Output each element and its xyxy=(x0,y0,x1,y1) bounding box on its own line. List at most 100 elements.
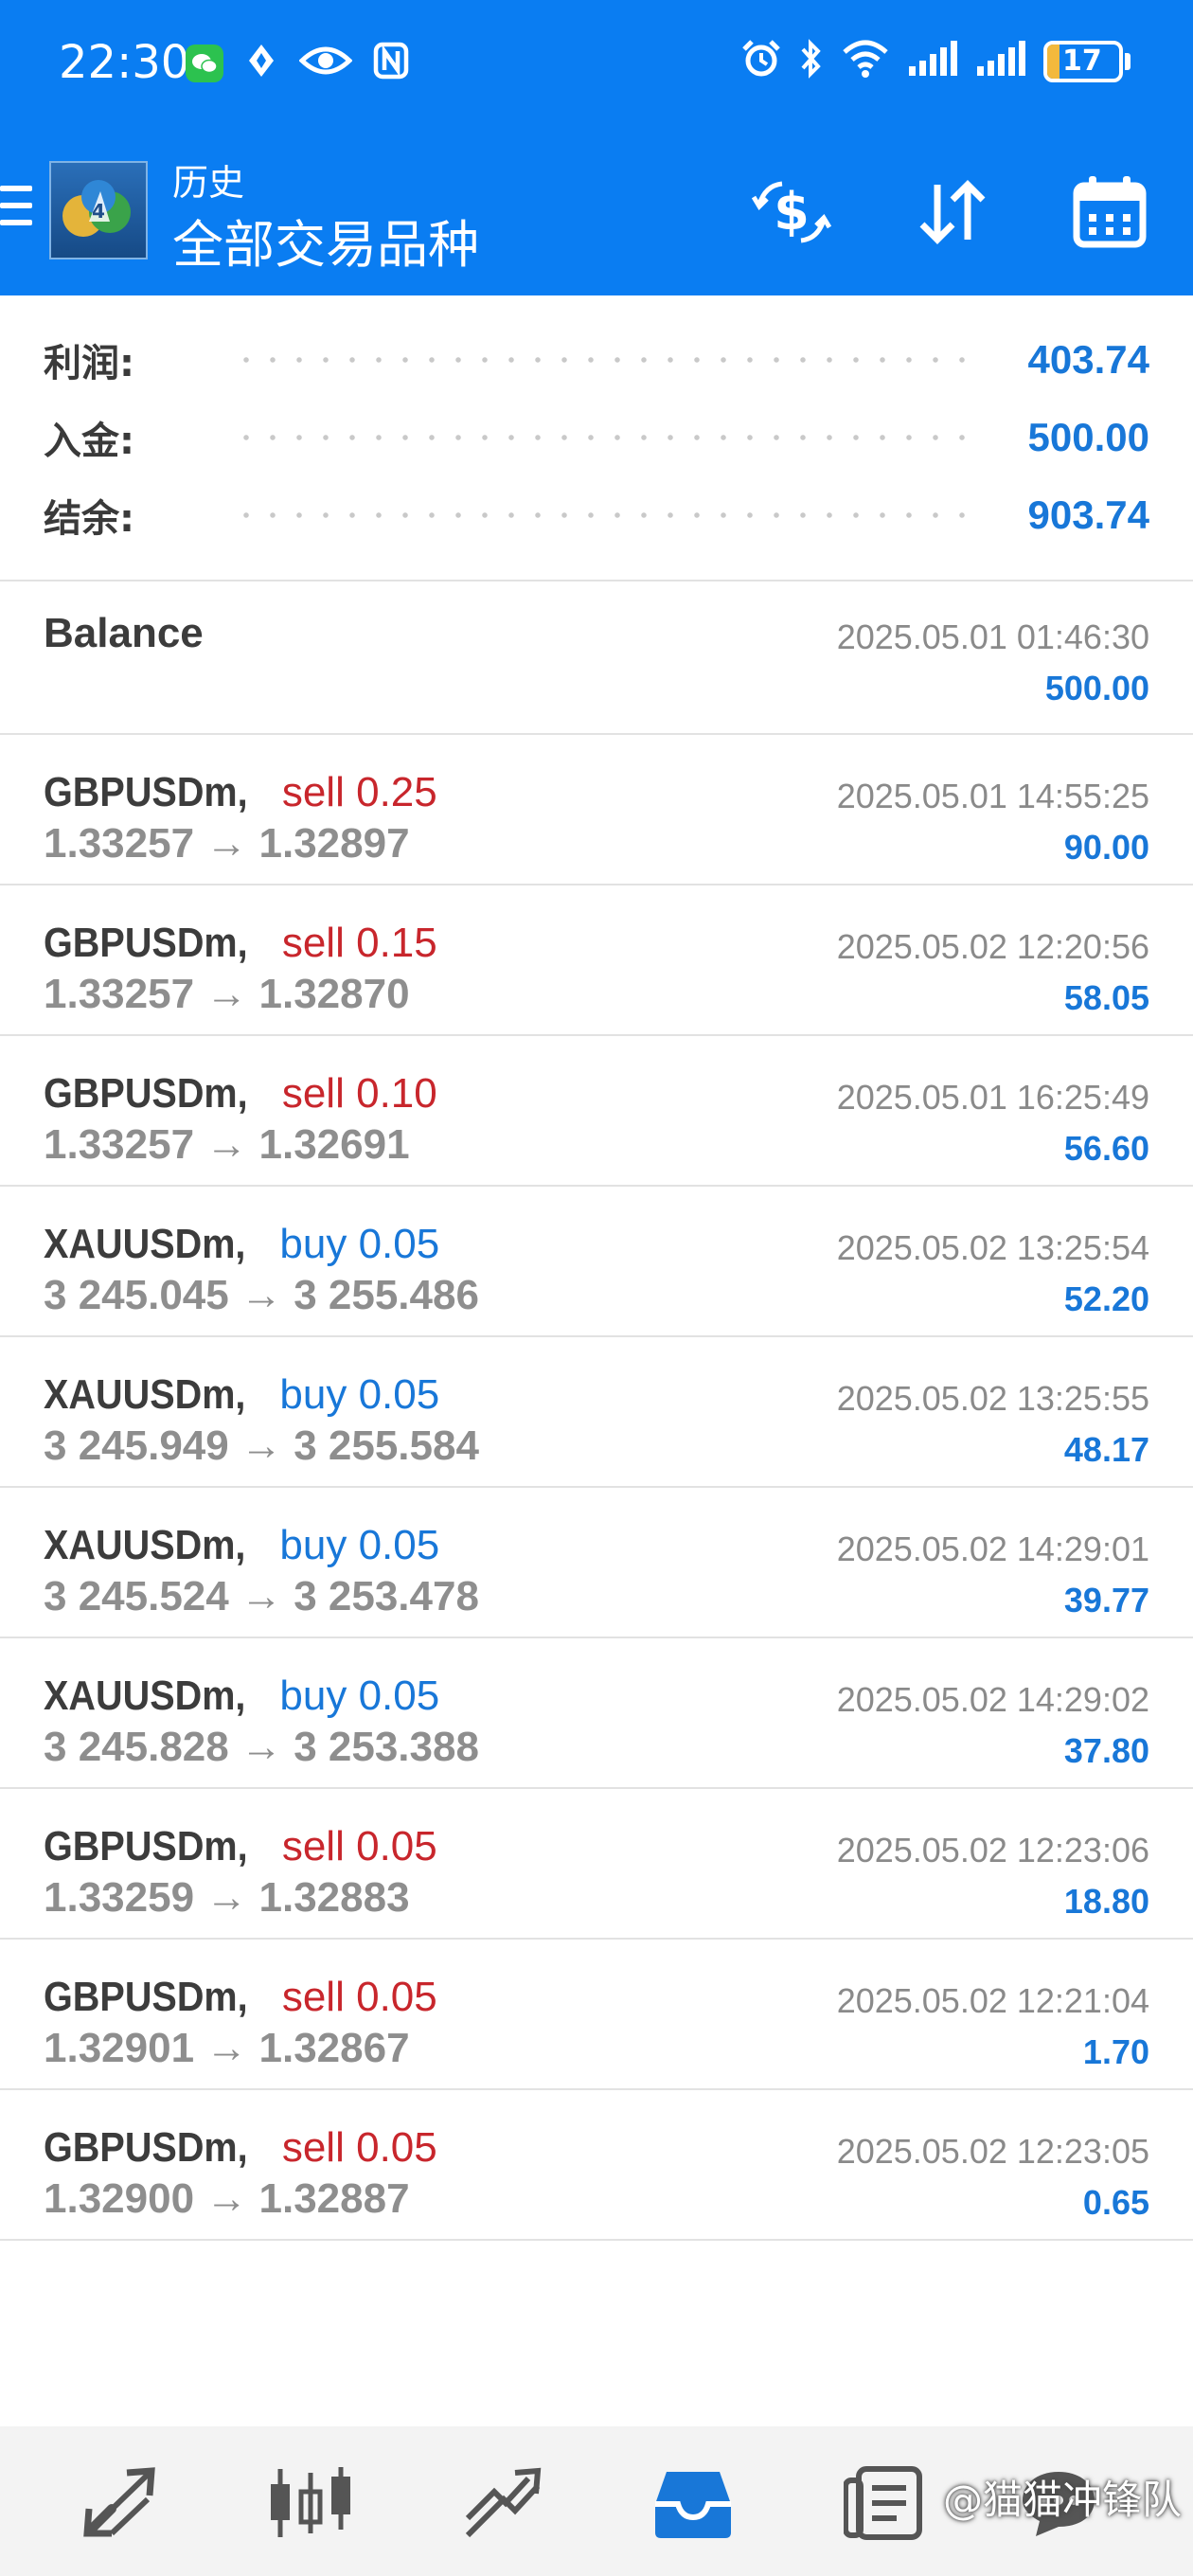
trade-icon[interactable] xyxy=(456,2460,547,2546)
battery-indicator: 17 xyxy=(1043,40,1123,82)
sort-icon[interactable] xyxy=(909,169,996,256)
deal-title: GBPUSDm, sell 0.15 xyxy=(44,920,437,967)
deal-row[interactable]: GBPUSDm, sell 0.15 1.33257 → 1.32870 2025.… xyxy=(0,886,1193,1036)
deal-row[interactable]: XAUUSDm, buy 0.05 3 245.828 → 3 253.388 20… xyxy=(0,1638,1193,1789)
wifi-icon xyxy=(841,39,890,83)
deal-datetime: 2025.05.02 12:23:05 xyxy=(836,2132,1149,2171)
arrow-right-icon: → xyxy=(194,2175,259,2222)
summary-label: 利润: xyxy=(44,342,134,385)
deal-open-price: 1.33257 xyxy=(44,820,195,867)
deal-title: XAUUSDm, buy 0.05 xyxy=(44,1221,439,1268)
deal-title: GBPUSDm, sell 0.05 xyxy=(44,1823,437,1870)
deal-profit: 39.77 xyxy=(1063,1581,1149,1619)
deal-row[interactable]: GBPUSDm, sell 0.25 1.33257 → 1.32897 2025.… xyxy=(0,735,1193,886)
deal-datetime: 2025.05.02 14:29:01 xyxy=(836,1530,1149,1568)
deal-symbol: GBPUSDm, xyxy=(44,2124,248,2171)
deal-profit: 52.20 xyxy=(1063,1279,1149,1318)
deal-prices: 1.32900 → 1.32887 xyxy=(44,2175,410,2223)
battery-level: 17 xyxy=(1062,45,1102,78)
signal-icon xyxy=(975,40,1026,82)
deal-close-price: 1.32887 xyxy=(258,2175,410,2222)
summary-row-profit: 利润: 403.74 xyxy=(44,331,1149,388)
balance-entry[interactable]: Balance 2025.05.01 01:46:30 500.00 xyxy=(0,581,1193,735)
deal-row[interactable]: GBPUSDm, sell 0.05 1.32900 → 1.32887 2025.… xyxy=(0,2090,1193,2241)
leader-dots xyxy=(233,435,979,440)
deal-title: GBPUSDm, sell 0.05 xyxy=(44,1974,437,2021)
arrow-right-icon: → xyxy=(228,1573,294,1619)
deal-open-price: 3 245.045 xyxy=(44,1272,229,1318)
arrow-right-icon: → xyxy=(194,1874,259,1921)
status-bar: 22:30 17 xyxy=(0,0,1193,134)
deal-side: buy xyxy=(279,1522,347,1568)
history-icon[interactable] xyxy=(648,2460,739,2546)
deal-datetime: 2025.05.02 12:21:04 xyxy=(836,1981,1149,2020)
deal-volume: 0.10 xyxy=(356,1070,437,1117)
svg-text:$: $ xyxy=(774,182,810,242)
arrow-right-icon: → xyxy=(194,971,259,1017)
calendar-icon[interactable] xyxy=(1066,169,1153,256)
deal-side: sell xyxy=(281,1974,345,2020)
deal-row[interactable]: XAUUSDm, buy 0.05 3 245.045 → 3 255.486 20… xyxy=(0,1187,1193,1337)
status-time: 22:30 xyxy=(59,36,190,89)
deal-side: sell xyxy=(281,920,345,966)
deal-row[interactable]: GBPUSDm, sell 0.05 1.32901 → 1.32867 2025.… xyxy=(0,1940,1193,2090)
app-logo: 4 xyxy=(49,161,148,259)
deal-close-price: 1.32867 xyxy=(258,2025,410,2071)
deal-prices: 3 245.828 → 3 253.388 xyxy=(44,1724,479,1771)
deal-datetime: 2025.05.02 12:23:06 xyxy=(836,1831,1149,1869)
wechat-icon xyxy=(186,44,223,82)
deal-prices: 3 245.524 → 3 253.478 xyxy=(44,1573,479,1620)
chart-icon[interactable] xyxy=(265,2460,356,2546)
summary-value: 403.74 xyxy=(1027,337,1149,382)
deal-side: sell xyxy=(281,769,345,815)
deal-profit: 48.17 xyxy=(1063,1430,1149,1469)
deal-open-price: 3 245.949 xyxy=(44,1422,229,1469)
deal-volume: 0.05 xyxy=(356,1974,437,2020)
quotes-icon[interactable] xyxy=(74,2460,165,2546)
deal-datetime: 2025.05.01 01:46:30 xyxy=(836,617,1149,656)
arrow-right-icon: → xyxy=(228,1272,294,1318)
bluetooth-icon xyxy=(799,38,824,84)
arrow-right-icon: → xyxy=(194,2025,259,2071)
deal-close-price: 1.32883 xyxy=(258,1874,410,1921)
deal-row[interactable]: XAUUSDm, buy 0.05 3 245.524 → 3 253.478 20… xyxy=(0,1488,1193,1638)
deal-open-price: 1.32900 xyxy=(44,2175,195,2222)
location-icon xyxy=(244,42,278,84)
deal-symbol: GBPUSDm, xyxy=(44,1070,248,1117)
deal-side: buy xyxy=(279,1221,347,1267)
deal-open-price: 1.33257 xyxy=(44,1121,195,1168)
deal-symbol: XAUUSDm, xyxy=(44,1522,246,1568)
app-root: 22:30 17 4 历史 全部交易品种 $ 利润: 403.74 入金: 50… xyxy=(0,0,1193,2576)
deal-profit: 58.05 xyxy=(1063,978,1149,1017)
deal-profit: 0.65 xyxy=(1082,2183,1149,2222)
deal-symbol: GBPUSDm, xyxy=(44,920,248,966)
deal-row[interactable]: GBPUSDm, sell 0.10 1.33257 → 1.32691 2025.… xyxy=(0,1036,1193,1187)
currency-exchange-icon[interactable]: $ xyxy=(748,169,835,256)
deal-volume: 0.05 xyxy=(358,1371,440,1418)
deal-close-price: 3 255.584 xyxy=(294,1422,479,1469)
journal-icon[interactable] xyxy=(839,2460,930,2546)
deal-close-price: 1.32897 xyxy=(258,820,410,867)
header-title[interactable]: 全部交易品种 xyxy=(172,203,479,277)
deal-close-price: 3 255.486 xyxy=(294,1272,479,1318)
deal-profit: 1.70 xyxy=(1082,2032,1149,2071)
app-header: 4 历史 全部交易品种 $ xyxy=(0,134,1193,295)
deal-row[interactable]: GBPUSDm, sell 0.05 1.33259 → 1.32883 2025.… xyxy=(0,1789,1193,1940)
deal-open-price: 3 245.828 xyxy=(44,1724,229,1770)
summary-row-deposit: 入金: 500.00 xyxy=(44,409,1149,466)
deal-volume: 0.05 xyxy=(356,1823,437,1869)
deal-symbol: XAUUSDm, xyxy=(44,1371,246,1418)
deal-open-price: 1.32901 xyxy=(44,2025,195,2071)
deal-side: sell xyxy=(281,1070,345,1117)
deal-volume: 0.15 xyxy=(356,920,437,966)
watermark: @猫猫冲锋队 xyxy=(942,2477,1182,2523)
menu-icon[interactable] xyxy=(0,186,32,239)
deal-prices: 1.33257 → 1.32691 xyxy=(44,1121,410,1169)
balance-label: Balance xyxy=(44,610,204,656)
leader-dots xyxy=(233,357,979,363)
deal-title: GBPUSDm, sell 0.05 xyxy=(44,2124,437,2172)
deal-row[interactable]: XAUUSDm, buy 0.05 3 245.949 → 3 255.584 20… xyxy=(0,1337,1193,1488)
summary-panel: 利润: 403.74 入金: 500.00 结余: 903.74 xyxy=(0,295,1193,581)
deal-prices: 1.33259 → 1.32883 xyxy=(44,1874,410,1922)
deal-open-price: 3 245.524 xyxy=(44,1573,229,1619)
